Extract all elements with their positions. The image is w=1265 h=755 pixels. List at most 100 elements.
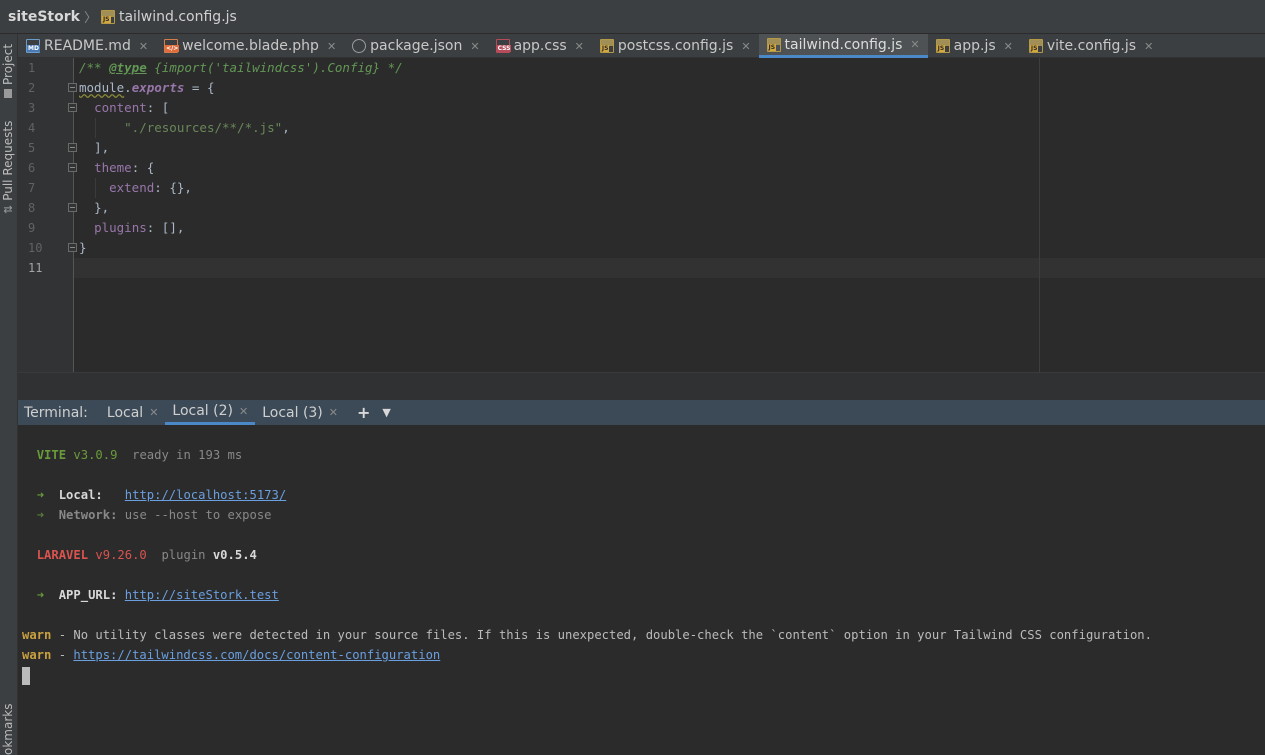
close-icon[interactable]: ✕ [575, 40, 584, 53]
code-line-6: theme: { [94, 160, 155, 175]
pull-request-icon: ⇅ [1, 204, 15, 214]
js-file-icon: JS [599, 39, 614, 53]
new-terminal-button[interactable]: + [357, 403, 370, 422]
breadcrumb-file[interactable]: JS tailwind.config.js [100, 8, 237, 25]
terminal-line: VITE v3.0.9 ready in 193 ms [36, 448, 243, 462]
close-icon[interactable]: ✕ [470, 40, 479, 53]
tab-label: app.css [513, 38, 567, 54]
close-icon[interactable]: ✕ [1144, 40, 1153, 53]
chevron-down-icon[interactable]: ▼ [382, 406, 390, 419]
js-file-icon: JS [100, 9, 115, 24]
fold-icon[interactable] [68, 143, 77, 152]
tab-label: postcss.config.js [617, 38, 734, 54]
terminal-tab-local-3[interactable]: Local (3) ✕ [255, 400, 345, 425]
project-tool-button[interactable]: Project [1, 44, 15, 98]
line-number: 11 [28, 261, 43, 275]
line-number: 8 [28, 201, 36, 215]
line-number: 7 [28, 181, 36, 195]
tab-label: tailwind.config.js [784, 36, 903, 53]
line-number: 3 [28, 101, 36, 115]
terminal-line: ➜ Network: use --host to expose [36, 508, 272, 522]
pull-requests-tool-label: Pull Requests [1, 120, 15, 201]
line-number: 6 [28, 161, 36, 175]
code-line-9: plugins: [], [94, 220, 185, 235]
tab-package-json[interactable]: package.json ✕ [344, 34, 487, 58]
php-file-icon: </> [164, 39, 180, 53]
bookmarks-tool-label: okmarks [1, 703, 15, 755]
project-tool-label: Project [1, 43, 15, 85]
docs-link[interactable]: https://tailwindcss.com/docs/content-con… [73, 648, 440, 662]
close-icon[interactable]: ✕ [149, 406, 158, 419]
folder-icon [4, 89, 12, 98]
current-line-highlight [74, 258, 1265, 278]
close-icon[interactable]: ✕ [239, 405, 248, 418]
breadcrumb-separator-icon: 〉 [83, 11, 97, 26]
terminal-tab-local[interactable]: Local ✕ [100, 400, 166, 425]
code-line-7: extend: {}, [109, 180, 192, 195]
tab-label: welcome.blade.php [182, 38, 319, 54]
terminal-tab-local-2[interactable]: Local (2) ✕ [165, 400, 256, 425]
right-margin-guide [1039, 58, 1040, 372]
line-number: 2 [28, 81, 36, 95]
code-line-1: /** @type {import('tailwindcss').Config}… [79, 60, 403, 75]
app-url-link[interactable]: http://siteStork.test [125, 588, 279, 602]
line-number: 4 [28, 121, 36, 135]
close-icon[interactable]: ✕ [327, 40, 336, 53]
tab-label: vite.config.js [1046, 38, 1137, 54]
tab-app-css[interactable]: CSS app.css ✕ [488, 34, 592, 58]
tab-label: package.json [370, 38, 463, 54]
fold-icon[interactable] [68, 103, 77, 112]
fold-icon[interactable] [68, 163, 77, 172]
local-url-link[interactable]: http://localhost:5173/ [125, 488, 286, 502]
js-file-icon: JS [935, 39, 950, 53]
code-line-5: ], [94, 140, 110, 155]
close-icon[interactable]: ✕ [910, 38, 919, 51]
tab-readme[interactable]: MD README.md ✕ [18, 34, 156, 58]
css-file-icon: CSS [495, 39, 512, 53]
code-line-10: } [79, 240, 87, 255]
line-number: 5 [28, 141, 36, 155]
code-line-8: }, [94, 200, 110, 215]
md-file-icon: MD [26, 39, 40, 53]
tab-app-js[interactable]: JS app.js ✕ [928, 34, 1021, 58]
editor-bottom-area [18, 372, 1265, 400]
close-icon[interactable]: ✕ [139, 40, 148, 53]
editor-tabs: MD README.md ✕ </> welcome.blade.php ✕ p… [18, 34, 1265, 58]
terminal-line: LARAVEL v9.26.0 plugin v0.5.4 [36, 548, 257, 562]
breadcrumb-file-label: tailwind.config.js [118, 8, 237, 25]
terminal-tab-label: Local (2) [172, 403, 233, 419]
fold-icon[interactable] [68, 203, 77, 212]
terminal-line: warn - https://tailwindcss.com/docs/cont… [22, 648, 441, 662]
tab-welcome-blade[interactable]: </> welcome.blade.php ✕ [156, 34, 344, 58]
terminal-tab-label: Local [106, 404, 144, 421]
terminal-line: ➜ Local: http://localhost:5173/ [36, 488, 287, 502]
js-file-icon: JS [766, 37, 781, 52]
terminal-output[interactable]: VITE v3.0.9 ready in 193 ms ➜ Local: htt… [18, 425, 1265, 755]
tab-tailwind-config[interactable]: JS tailwind.config.js ✕ [758, 34, 928, 58]
tab-label: app.js [953, 38, 996, 54]
terminal-line: ➜ APP_URL: http://siteStork.test [36, 588, 279, 602]
terminal-cursor [22, 667, 30, 685]
breadcrumb-project[interactable]: siteStork [8, 9, 80, 25]
terminal-label: Terminal: [24, 404, 88, 421]
close-icon[interactable]: ✕ [1004, 40, 1013, 53]
close-icon[interactable]: ✕ [329, 406, 338, 419]
close-icon[interactable]: ✕ [741, 40, 750, 53]
code-line-2: module.exports = { [79, 80, 215, 95]
terminal-line: warn - No utility classes were detected … [22, 628, 1152, 642]
tab-vite-config[interactable]: JS vite.config.js ✕ [1021, 34, 1161, 58]
code-editor[interactable]: 1 2 3 4 5 6 7 8 9 10 11 /** @type {impor… [18, 58, 1265, 372]
fold-icon[interactable] [68, 83, 77, 92]
editor-gutter: 1 2 3 4 5 6 7 8 9 10 11 [18, 58, 77, 372]
pull-requests-tool-button[interactable]: ⇅ Pull Requests [1, 121, 15, 214]
line-number: 10 [28, 241, 43, 255]
bookmarks-tool-button[interactable]: okmarks [1, 704, 15, 755]
terminal-header: Terminal: Local ✕ Local (2) ✕ Local (3) … [18, 400, 1265, 425]
line-number: 9 [28, 221, 36, 235]
tab-label: README.md [44, 38, 131, 54]
code-line-3: content: [ [94, 100, 170, 115]
navigation-bar: siteStork 〉 JS tailwind.config.js [0, 0, 1265, 34]
fold-icon[interactable] [68, 243, 77, 252]
line-number: 1 [28, 61, 36, 75]
tab-postcss-config[interactable]: JS postcss.config.js ✕ [592, 34, 759, 58]
